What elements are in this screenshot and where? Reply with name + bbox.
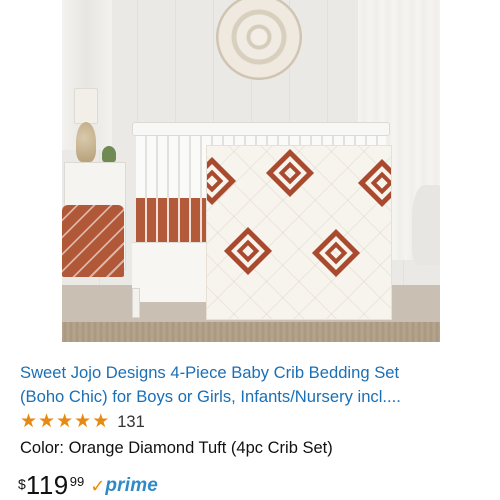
quilt-diamond xyxy=(265,148,315,198)
star-icon: ★ xyxy=(56,411,74,432)
star-icon: ★ xyxy=(38,411,56,432)
prime-label: prime xyxy=(105,475,159,496)
quilt-diamond xyxy=(357,158,391,208)
image-plush-toy xyxy=(412,185,440,265)
product-title-line-1[interactable]: Sweet Jojo Designs 4-Piece Baby Crib Bed… xyxy=(20,361,490,385)
quilt-diamond xyxy=(223,226,273,276)
image-lamp-base xyxy=(76,122,96,162)
crib-top-rail xyxy=(132,122,390,136)
quilt-diamond xyxy=(207,156,237,206)
product-image[interactable] xyxy=(62,0,440,342)
star-icon: ★ xyxy=(92,411,110,432)
rating-row[interactable]: ★ ★ ★ ★ ★ 131 xyxy=(20,411,145,433)
star-icon: ★ xyxy=(20,411,38,432)
image-plant xyxy=(102,146,116,162)
image-rug xyxy=(62,322,440,342)
image-lamp-shade xyxy=(74,88,98,124)
product-title-link[interactable]: Sweet Jojo Designs 4-Piece Baby Crib Bed… xyxy=(20,361,490,409)
price-currency: $ xyxy=(18,476,26,492)
crib-leg-left xyxy=(132,288,140,318)
star-icon: ★ xyxy=(74,411,92,432)
color-variant-text: Color: Orange Diamond Tuft (4pc Crib Set… xyxy=(20,439,333,457)
image-hamper xyxy=(62,205,124,277)
quilt-diamond xyxy=(311,228,361,278)
image-quilt xyxy=(206,145,392,320)
price-fraction: 99 xyxy=(69,474,85,489)
star-rating[interactable]: ★ ★ ★ ★ ★ xyxy=(20,412,109,432)
price-whole: 119 xyxy=(25,470,69,500)
prime-check-icon: ✓ xyxy=(90,476,106,496)
review-count-link[interactable]: 131 xyxy=(117,412,145,432)
prime-badge: ✓ prime xyxy=(90,475,159,497)
product-card[interactable]: Sweet Jojo Designs 4-Piece Baby Crib Bed… xyxy=(0,0,500,500)
product-title-line-2[interactable]: (Boho Chic) for Boys or Girls, Infants/N… xyxy=(20,385,490,409)
price: $ 119 99 ✓ prime xyxy=(18,472,158,500)
